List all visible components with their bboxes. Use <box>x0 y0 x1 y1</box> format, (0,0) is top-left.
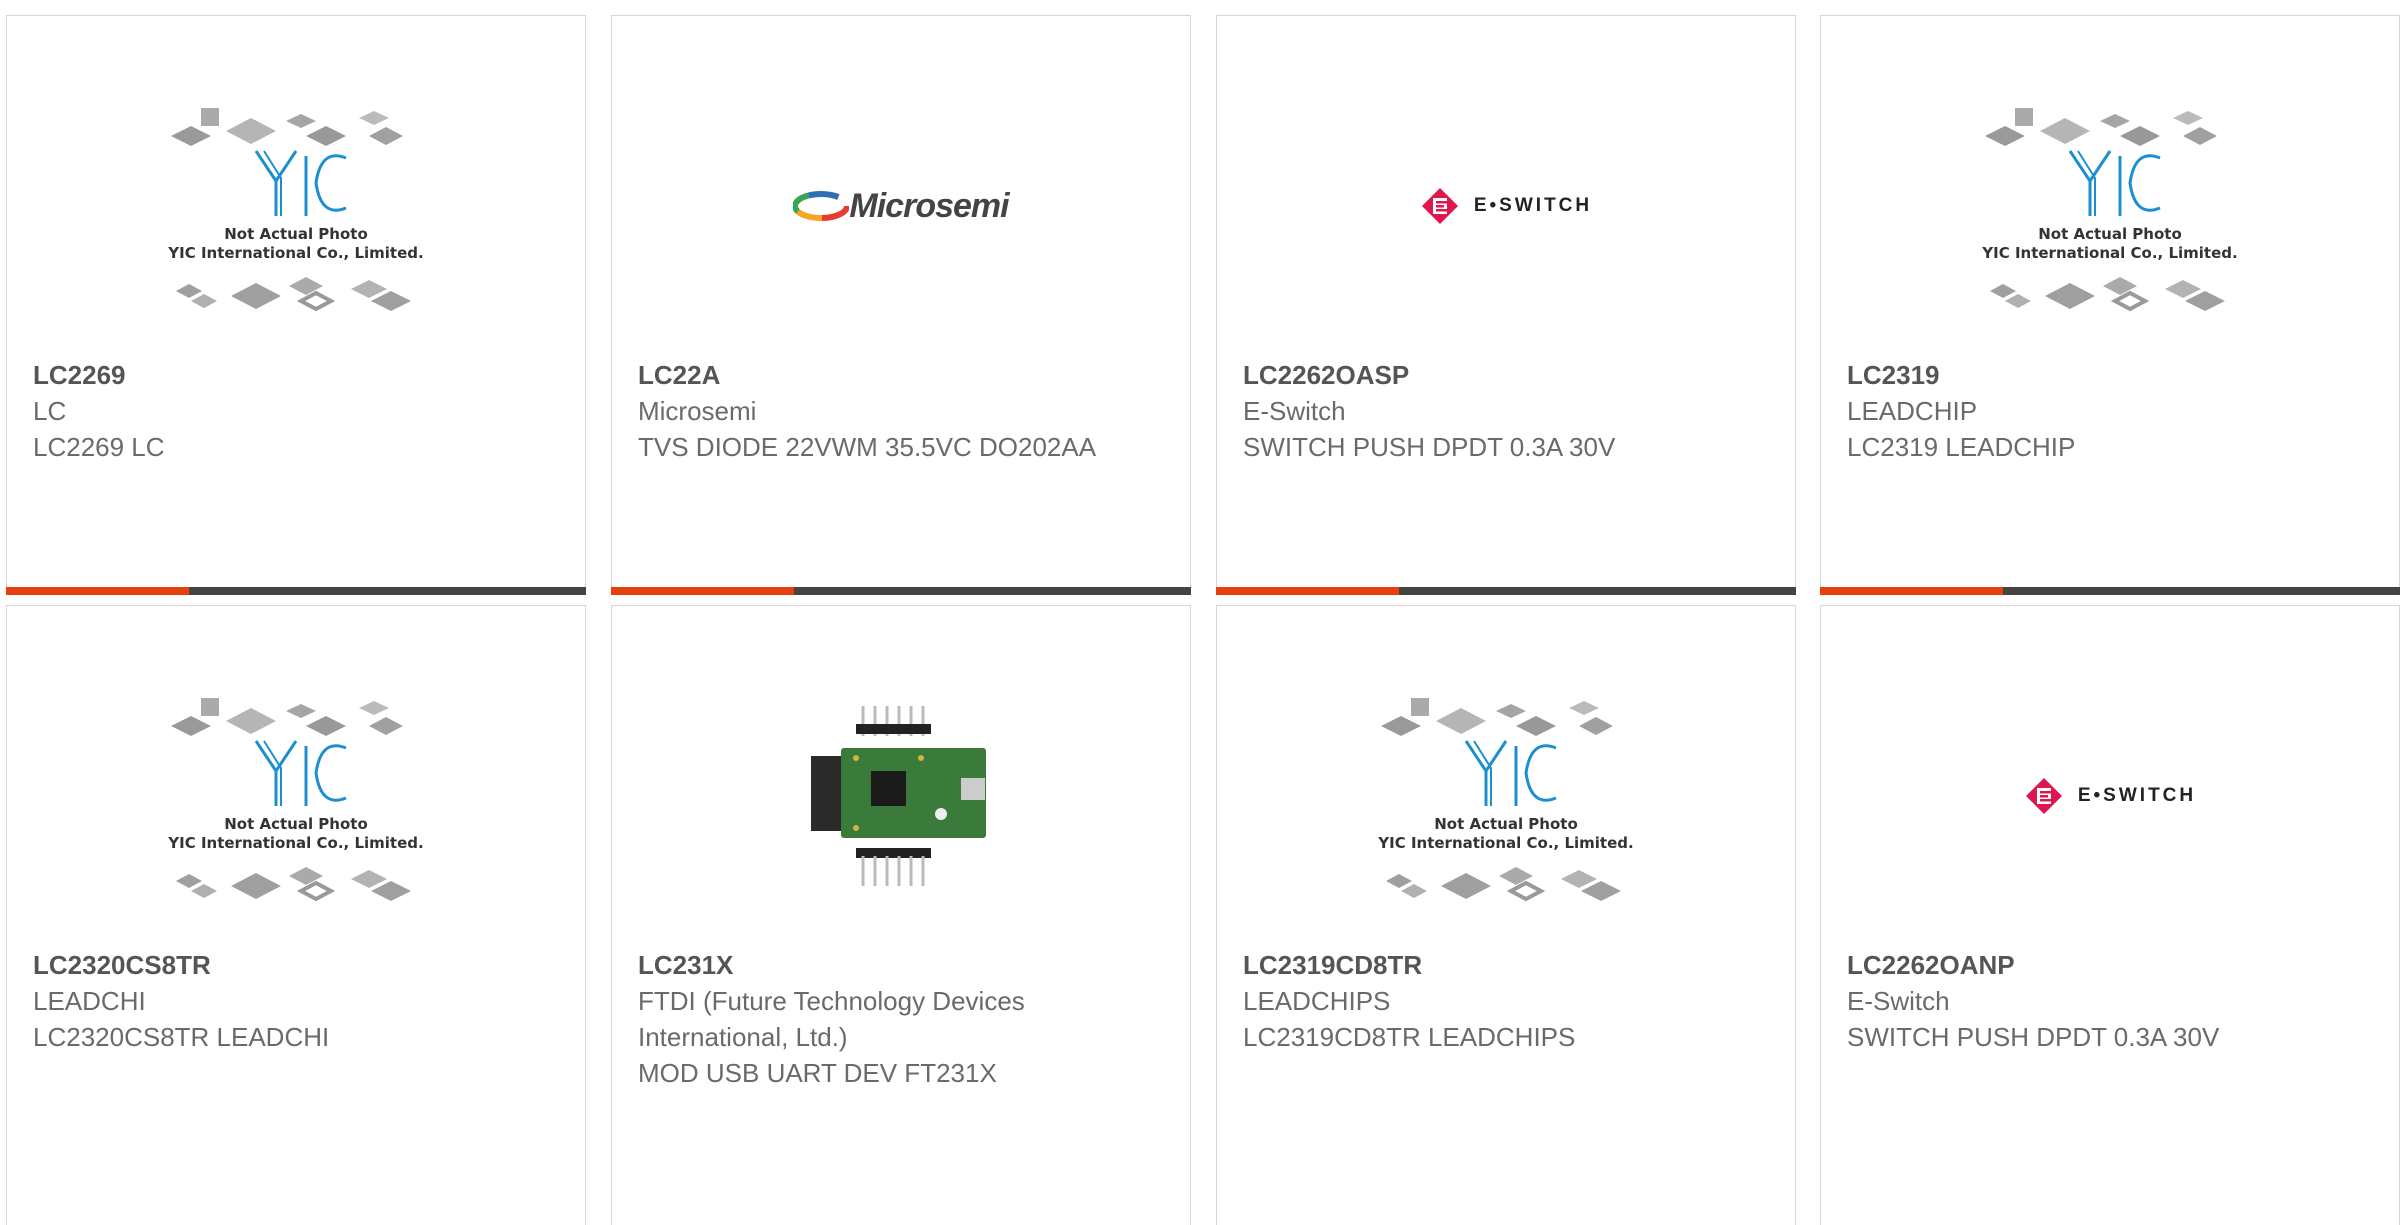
header-pins-bottom <box>861 856 925 886</box>
yic-placeholder-image: Not Actual Photo YIC International Co., … <box>1981 108 2238 312</box>
product-info: LC2320CS8TR LEADCHI LC2320CS8TR LEADCHI <box>33 947 565 1055</box>
placeholder-caption-2: YIC International Co., Limited. <box>1981 244 2237 262</box>
product-info: LC231X FTDI (Future Technology Devices I… <box>638 947 1170 1091</box>
product-description: MOD USB UART DEV FT231X <box>638 1058 997 1088</box>
card-footer-bar <box>611 587 1191 595</box>
part-number-link[interactable]: LC231X <box>638 947 1170 983</box>
part-number-link[interactable]: LC2320CS8TR <box>33 947 565 983</box>
manufacturer-name: E-Switch <box>1243 396 1346 426</box>
side-connector <box>811 756 841 831</box>
manufacturer-name: FTDI (Future Technology Devices Internat… <box>638 986 1025 1052</box>
yic-placeholder-image: Not Actual Photo YIC International Co., … <box>1377 698 1634 902</box>
product-card[interactable]: Not Actual Photo YIC International Co., … <box>1216 605 1796 1225</box>
part-number-link[interactable]: LC2262OANP <box>1847 947 2379 983</box>
product-card[interactable]: E•SWITCH LC2262OANP E-Switch SWITCH PUSH… <box>1820 605 2400 1225</box>
placeholder-caption-2: YIC International Co., Limited. <box>1377 834 1633 852</box>
chip-cluster-top <box>171 108 403 146</box>
product-info: LC2319CD8TR LEADCHIPS LC2319CD8TR LEADCH… <box>1243 947 1775 1055</box>
eswitch-logo-text: E•SWITCH <box>1473 195 1593 216</box>
product-info: LC2269 LC LC2269 LC <box>33 357 565 465</box>
manufacturer-name: LC <box>33 396 67 426</box>
product-image: E•SWITCH <box>1821 676 2399 916</box>
card-footer-bar <box>1216 587 1796 595</box>
product-info: LC2262OASP E-Switch SWITCH PUSH DPDT 0.3… <box>1243 357 1775 465</box>
eswitch-logo: E•SWITCH <box>2024 776 2196 816</box>
card-accent-bar <box>611 587 794 595</box>
product-info: LC2262OANP E-Switch SWITCH PUSH DPDT 0.3… <box>1847 947 2379 1055</box>
eswitch-emblem-icon <box>2025 778 2062 814</box>
placeholder-caption-2: YIC International Co., Limited. <box>167 834 423 852</box>
part-number-link[interactable]: LC2269 <box>33 357 565 393</box>
product-card[interactable]: LC231X FTDI (Future Technology Devices I… <box>611 605 1191 1225</box>
part-number-link[interactable]: LC22A <box>638 357 1170 393</box>
placeholder-caption-1: Not Actual Photo <box>224 225 368 243</box>
product-description: SWITCH PUSH DPDT 0.3A 30V <box>1243 432 1616 462</box>
product-card[interactable]: Not Actual Photo YIC International Co., … <box>6 15 586 595</box>
card-footer-bar <box>1820 587 2400 595</box>
product-card[interactable]: Microsemi LC22A Microsemi TVS DIODE 22VW… <box>611 15 1191 595</box>
product-image <box>612 676 1190 916</box>
product-image: Not Actual Photo YIC International Co., … <box>7 676 585 916</box>
part-number-link[interactable]: LC2319 <box>1847 357 2379 393</box>
yic-placeholder-image: Not Actual Photo YIC International Co., … <box>167 698 424 902</box>
yic-logo <box>254 740 347 806</box>
manufacturer-name: Microsemi <box>638 396 757 426</box>
card-footer-bar <box>6 587 586 595</box>
manufacturer-name: LEADCHIP <box>1847 396 1978 426</box>
product-description: LC2269 LC <box>33 432 165 462</box>
product-info: LC2319 LEADCHIP LC2319 LEADCHIP <box>1847 357 2379 465</box>
yic-logo <box>254 150 347 216</box>
product-image: Not Actual Photo YIC International Co., … <box>1217 676 1795 916</box>
eswitch-logo: E•SWITCH <box>1420 186 1592 226</box>
product-description: LC2320CS8TR LEADCHI <box>33 1022 330 1052</box>
product-grid: Not Actual Photo YIC International Co., … <box>0 0 2400 1225</box>
part-number-link[interactable]: LC2262OASP <box>1243 357 1775 393</box>
yic-logo <box>1464 740 1557 806</box>
microsemi-logo: Microsemi <box>793 186 1010 226</box>
card-accent-bar <box>1820 587 2003 595</box>
product-info: LC22A Microsemi TVS DIODE 22VWM 35.5VC D… <box>638 357 1170 465</box>
product-image: E•SWITCH <box>1217 86 1795 326</box>
product-description: SWITCH PUSH DPDT 0.3A 30V <box>1847 1022 2220 1052</box>
manufacturer-name: E-Switch <box>1847 986 1950 1016</box>
product-card[interactable]: Not Actual Photo YIC International Co., … <box>1820 15 2400 595</box>
manufacturer-name: LEADCHIPS <box>1243 986 1391 1016</box>
product-description: TVS DIODE 22VWM 35.5VC DO202AA <box>638 432 1097 462</box>
placeholder-caption-1: Not Actual Photo <box>1434 815 1578 833</box>
placeholder-caption-1: Not Actual Photo <box>2038 225 2182 243</box>
microsemi-swirl-icon <box>793 191 850 221</box>
placeholder-caption-2: YIC International Co., Limited. <box>167 244 423 262</box>
product-image: Not Actual Photo YIC International Co., … <box>7 86 585 326</box>
product-image: Not Actual Photo YIC International Co., … <box>1821 86 2399 326</box>
usb-module-photo <box>811 706 986 886</box>
yic-placeholder-image: Not Actual Photo YIC International Co., … <box>167 108 424 312</box>
product-card[interactable]: E•SWITCH LC2262OASP E-Switch SWITCH PUSH… <box>1216 15 1796 595</box>
product-description: LC2319 LEADCHIP <box>1847 432 2076 462</box>
chip-cluster-bottom <box>176 277 411 312</box>
product-card[interactable]: Not Actual Photo YIC International Co., … <box>6 605 586 1225</box>
manufacturer-name: LEADCHI <box>33 986 146 1016</box>
card-accent-bar <box>1216 587 1399 595</box>
placeholder-caption-1: Not Actual Photo <box>224 815 368 833</box>
part-number-link[interactable]: LC2319CD8TR <box>1243 947 1775 983</box>
microsemi-logo-text: Microsemi <box>849 186 1009 225</box>
yic-logo <box>2068 150 2161 216</box>
card-accent-bar <box>6 587 189 595</box>
product-description: LC2319CD8TR LEADCHIPS <box>1243 1022 1576 1052</box>
eswitch-emblem-icon <box>1421 188 1458 224</box>
product-image: Microsemi <box>612 86 1190 326</box>
eswitch-logo-text: E•SWITCH <box>2077 785 2197 806</box>
